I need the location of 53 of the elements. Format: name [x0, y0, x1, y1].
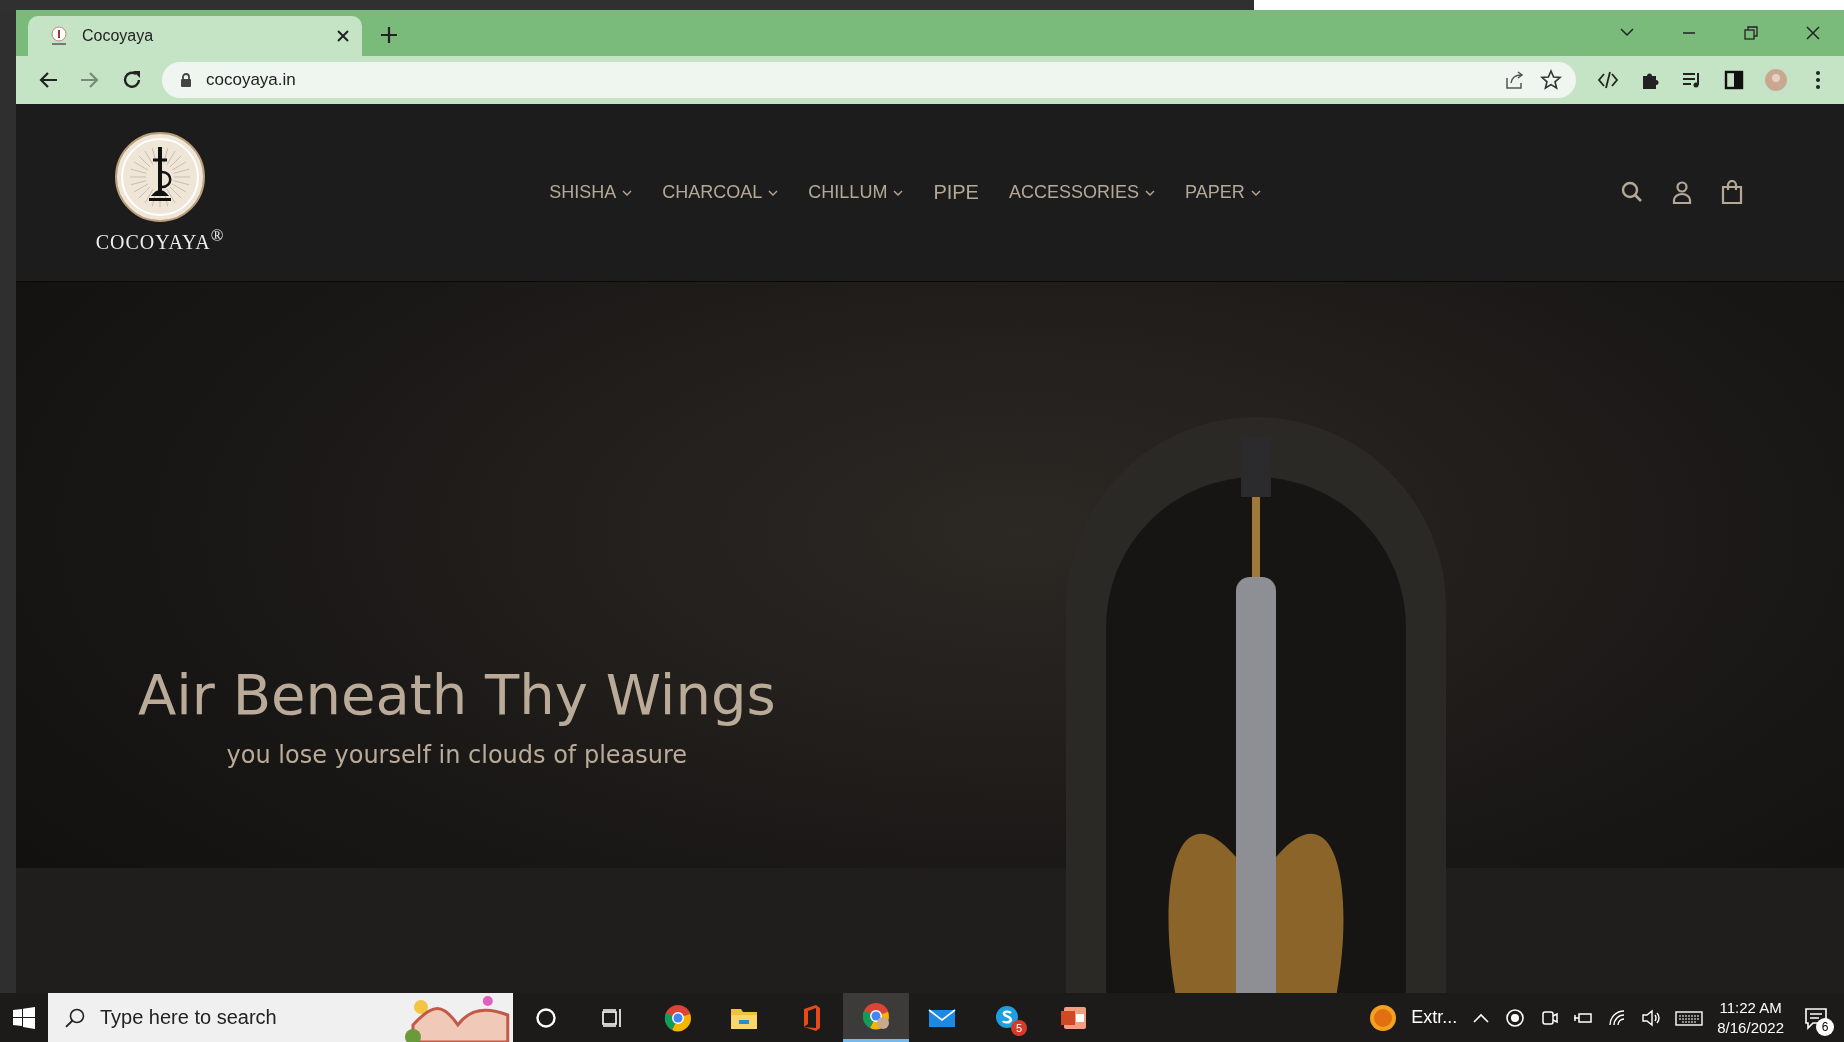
notification-count: 5 [1011, 1020, 1027, 1036]
chrome-icon [862, 1002, 890, 1030]
chevron-down-icon [1250, 188, 1261, 197]
site-favicon-icon [50, 26, 68, 46]
nav-dropdown[interactable]: ACCESSORIES [1008, 181, 1155, 204]
code-icon[interactable] [1597, 69, 1619, 91]
browser-tab[interactable]: Cocoyaya [28, 16, 362, 56]
chrome-icon [664, 1003, 692, 1032]
side-panel-icon[interactable] [1723, 69, 1745, 91]
taskbar-search-bar[interactable]: Type here to search [48, 993, 513, 1042]
new-tab-plus-icon[interactable] [380, 26, 398, 44]
hookah-logo-icon [115, 131, 205, 222]
tab-title: Cocoyaya [82, 27, 155, 45]
close-tab-icon[interactable] [336, 29, 350, 43]
nav-link[interactable]: PIPE [933, 181, 979, 204]
shopping-bag-icon[interactable] [1720, 179, 1744, 206]
nav-dropdown[interactable]: PAPER [1185, 181, 1261, 204]
restore-icon[interactable] [1743, 25, 1759, 41]
nav-dropdown[interactable]: CHARCOAL [662, 181, 779, 204]
taskbar-app[interactable]: 5 [975, 993, 1041, 1042]
chevron-down-icon [1145, 188, 1155, 197]
tray-app-label[interactable]: Extr... [1411, 1007, 1458, 1028]
nav-dropdown[interactable]: SHISHA [549, 181, 633, 204]
taskbar-app[interactable] [843, 993, 909, 1042]
star-icon[interactable] [1540, 69, 1562, 91]
notification-count: 6 [1816, 1017, 1834, 1036]
task-view-icon[interactable] [601, 1006, 623, 1029]
chevron-down-icon [622, 188, 633, 197]
search-input[interactable]: Type here to search [99, 1002, 390, 1033]
windows-start-icon[interactable] [13, 1006, 35, 1029]
hero-title: Air Beneath Thy Wings [138, 662, 776, 727]
lock-icon [180, 72, 192, 88]
close-icon[interactable] [1805, 25, 1821, 41]
clock[interactable]: 11:22 AM 8/16/2022 [1717, 997, 1784, 1038]
uv-badge-icon[interactable] [1369, 1003, 1398, 1032]
clock-date: 8/16/2022 [1717, 1017, 1784, 1038]
clock-time: 11:22 AM [1719, 997, 1782, 1018]
reload-icon[interactable] [121, 69, 143, 91]
logo-text: COCOYAYA$^{®}$ [95, 225, 225, 254]
record-icon[interactable] [1505, 1007, 1526, 1028]
share-icon[interactable] [1504, 69, 1526, 91]
hero-subtitle: you lose yourself in clouds of pleasure [226, 741, 688, 769]
account-icon[interactable] [1670, 179, 1694, 206]
address-bar[interactable]: cocoyaya.in [162, 62, 1576, 98]
cortana-circle-icon[interactable] [535, 1006, 557, 1029]
speaker-icon[interactable] [1641, 1007, 1662, 1028]
search-icon [64, 1006, 86, 1029]
chevron-down-icon [768, 188, 779, 197]
message-icon [1804, 1005, 1828, 1030]
nav-dropdown[interactable]: CHILLUM [808, 181, 904, 204]
chevron-down-icon [893, 188, 904, 197]
url-text: cocoyaya.in [206, 70, 297, 90]
notification-center-button[interactable]: 6 [1798, 999, 1834, 1036]
